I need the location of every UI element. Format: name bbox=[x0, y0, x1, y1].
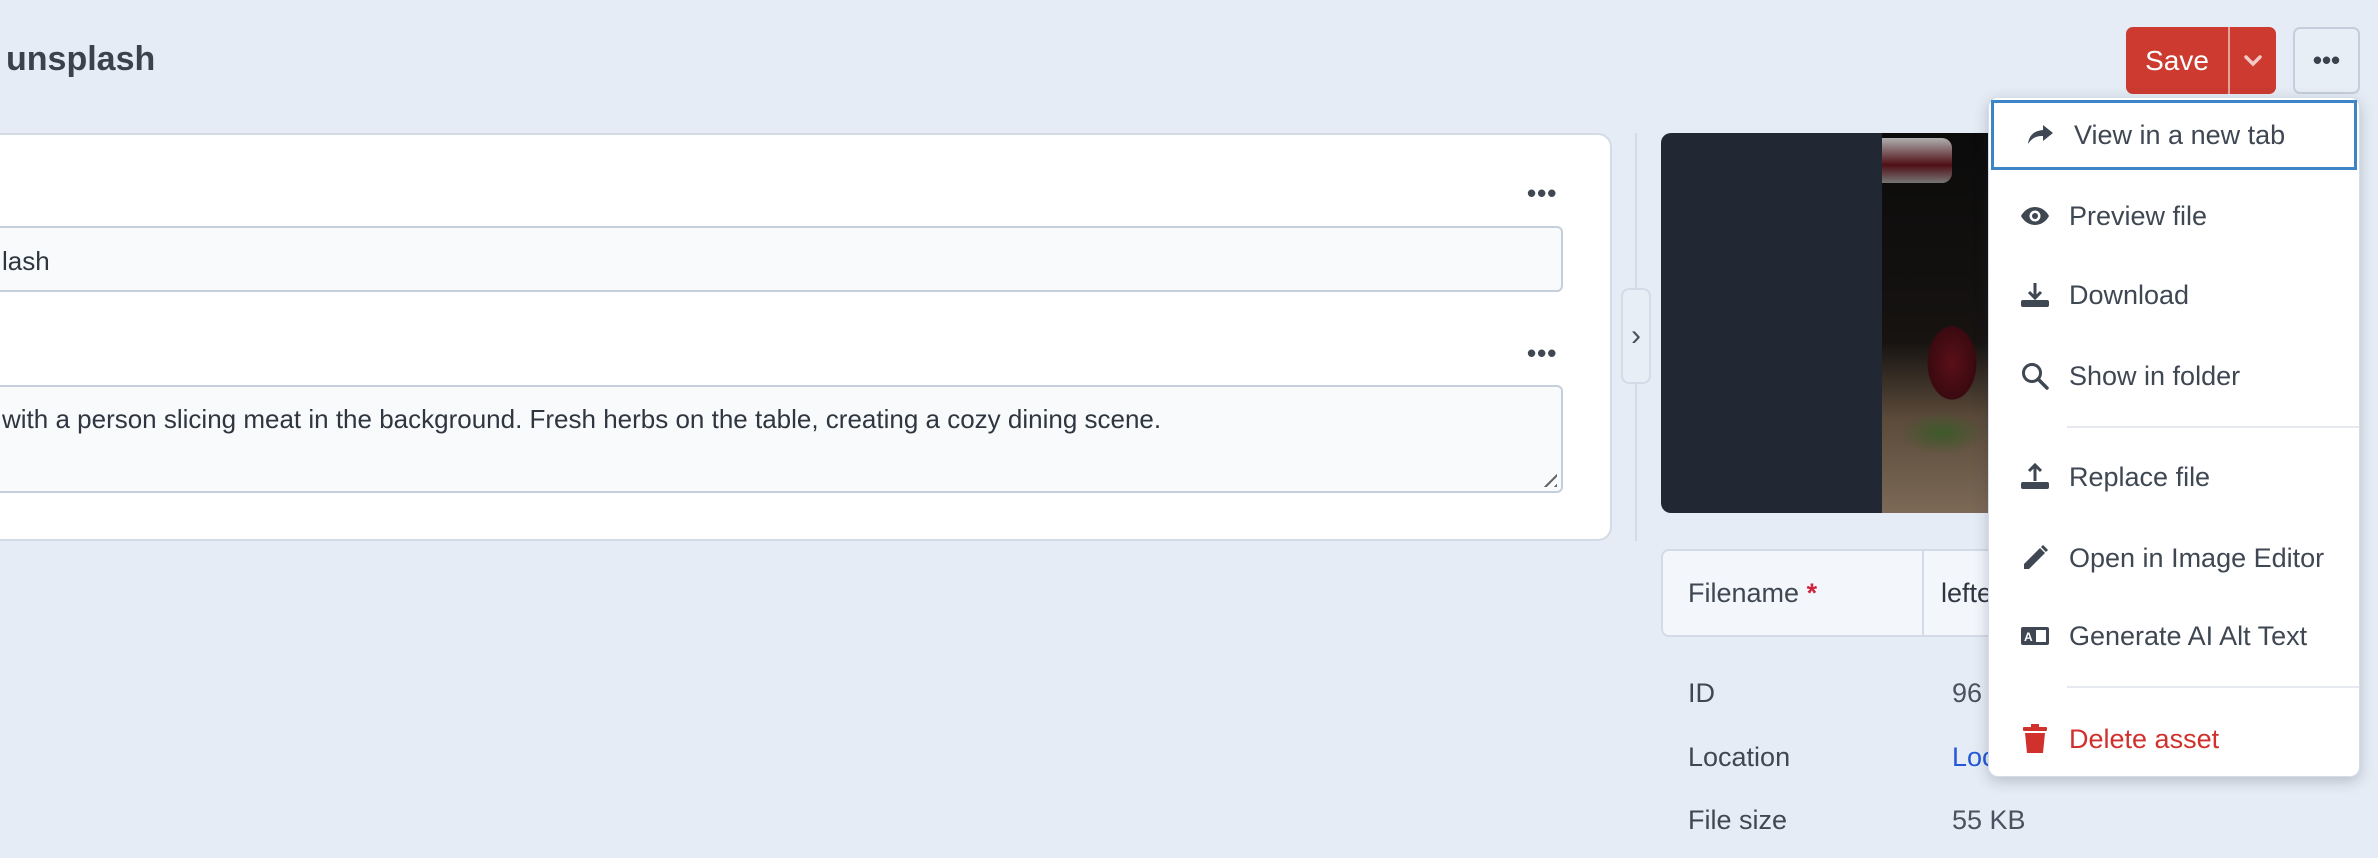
menu-item-label: Generate AI Alt Text bbox=[2069, 620, 2308, 651]
field-menu-button[interactable]: ••• bbox=[1527, 340, 1557, 366]
save-button-group: Save bbox=[2126, 27, 2276, 94]
menu-item-show-in-folder[interactable]: Show in folder bbox=[1989, 341, 2359, 411]
meta-value-file-size: 55 KB bbox=[1952, 805, 2026, 835]
menu-item-label: Open in Image Editor bbox=[2069, 542, 2325, 573]
upload-icon bbox=[2015, 463, 2055, 491]
menu-item-download[interactable]: Download bbox=[1989, 260, 2359, 330]
menu-item-label: Replace file bbox=[2069, 461, 2211, 492]
menu-item-label: Show in folder bbox=[2069, 360, 2241, 391]
menu-item-label: Download bbox=[2069, 279, 2190, 310]
alt-text-textarea[interactable]: with a person slicing meat in the backgr… bbox=[0, 385, 1563, 493]
actions-menu: View in a new tab Preview file Download … bbox=[1988, 97, 2360, 777]
menu-item-delete-asset[interactable]: Delete asset bbox=[1989, 704, 2359, 774]
filename-label: Filename * bbox=[1688, 578, 1817, 609]
filename-divider bbox=[1922, 551, 1924, 635]
photo-bottle bbox=[1882, 138, 1952, 183]
meta-label-id: ID bbox=[1688, 678, 1715, 708]
save-options-button[interactable] bbox=[2230, 27, 2276, 94]
menu-item-generate-alt-text[interactable]: A Generate AI Alt Text bbox=[1989, 601, 2359, 671]
menu-item-replace-file[interactable]: Replace file bbox=[1989, 442, 2359, 512]
trash-icon bbox=[2015, 724, 2055, 754]
menu-item-label: Delete asset bbox=[2069, 723, 2220, 754]
resize-handle[interactable] bbox=[1537, 467, 1557, 487]
chevron-right-icon: › bbox=[1631, 319, 1641, 352]
menu-separator bbox=[2067, 686, 2359, 688]
alt-text-value: with a person slicing meat in the backgr… bbox=[2, 404, 1162, 434]
filename-label-text: Filename bbox=[1688, 578, 1800, 608]
meta-label-location: Location bbox=[1688, 742, 1791, 772]
pencil-icon bbox=[2015, 543, 2055, 573]
filename-input[interactable]: lefte bbox=[1941, 578, 1992, 609]
chevron-down-icon bbox=[2244, 54, 2262, 66]
menu-item-open-image-editor[interactable]: Open in Image Editor bbox=[1989, 523, 2359, 593]
meta-label-file-size: File size bbox=[1688, 805, 1788, 835]
required-mark: * bbox=[1806, 578, 1818, 608]
menu-separator bbox=[2067, 426, 2359, 428]
svg-text:A: A bbox=[2024, 630, 2033, 644]
page-title: unsplash bbox=[6, 40, 156, 78]
menu-item-preview-file[interactable]: Preview file bbox=[1989, 181, 2359, 251]
collapse-panel-button[interactable]: › bbox=[1621, 288, 1651, 384]
menu-item-label: Preview file bbox=[2069, 200, 2208, 231]
menu-item-view-new-tab[interactable]: View in a new tab bbox=[1991, 100, 2357, 170]
menu-item-label: View in a new tab bbox=[2074, 119, 2286, 150]
title-input[interactable]: lash bbox=[0, 226, 1563, 292]
share-arrow-icon bbox=[2020, 123, 2060, 147]
search-icon bbox=[2015, 361, 2055, 391]
more-actions-button[interactable]: ••• bbox=[2293, 27, 2360, 94]
download-icon bbox=[2015, 281, 2055, 309]
eye-icon bbox=[2015, 205, 2055, 227]
field-menu-button[interactable]: ••• bbox=[1527, 180, 1557, 206]
save-button[interactable]: Save bbox=[2126, 27, 2228, 94]
alt-text-icon: A bbox=[2015, 626, 2055, 646]
meta-value-id: 96 bbox=[1952, 678, 1983, 708]
